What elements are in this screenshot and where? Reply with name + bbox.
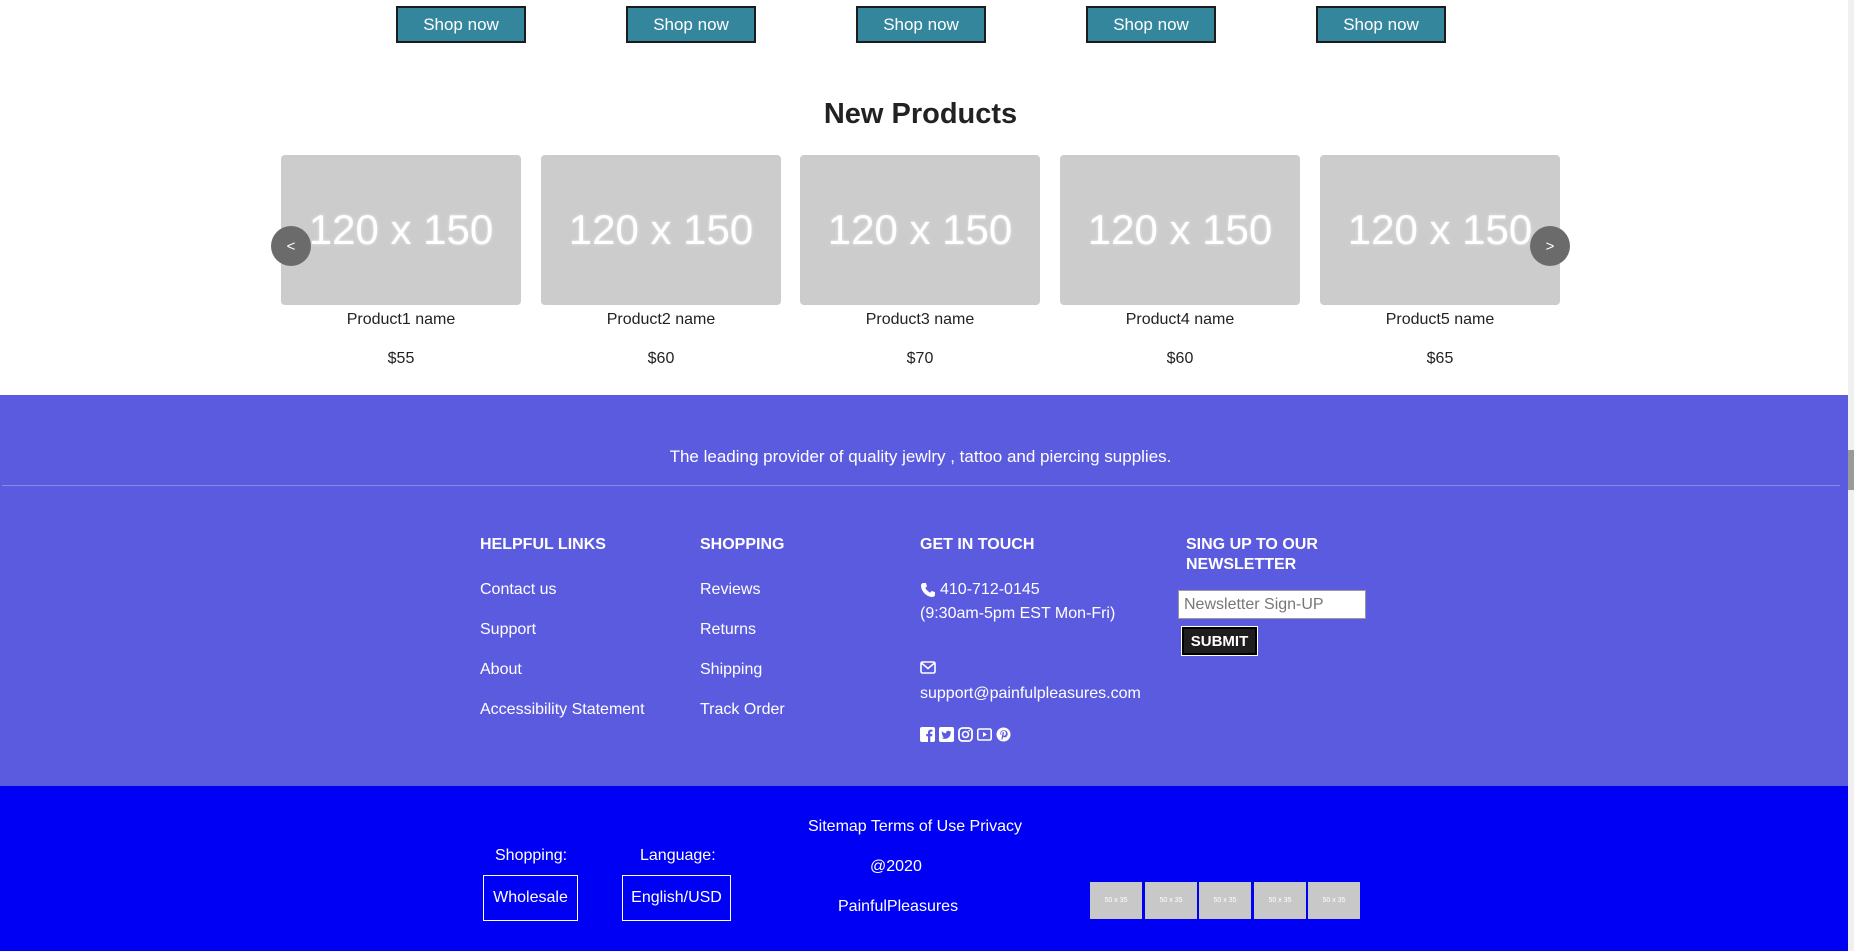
scrollbar-thumb[interactable]: [1848, 450, 1854, 490]
support-email[interactable]: support@painfulpleasures.com: [920, 682, 1141, 706]
footer-link-track-order[interactable]: Track Order: [700, 701, 785, 719]
shop-now-button[interactable]: Shop now: [1086, 6, 1216, 43]
shop-now-button[interactable]: Shop now: [626, 6, 756, 43]
product-card[interactable]: 120 x 150 Product4 name $60: [1060, 155, 1300, 369]
language-label: Language:: [640, 847, 716, 864]
carousel-next-button[interactable]: >: [1530, 226, 1570, 266]
shop-now-button[interactable]: Shop now: [396, 6, 526, 43]
shop-now-button[interactable]: Shop now: [856, 6, 986, 43]
product-card[interactable]: 120 x 150 Product3 name $70: [800, 155, 1040, 369]
new-products-title: New Products: [823, 98, 1018, 130]
envelope-icon: [920, 658, 936, 682]
footer-link-reviews[interactable]: Reviews: [700, 581, 760, 599]
product-name[interactable]: Product4 name: [1060, 309, 1300, 331]
product-price: $65: [1426, 350, 1454, 367]
product-name[interactable]: Product1 name: [281, 309, 521, 331]
payment-icon: 50 x 35: [1090, 882, 1142, 919]
product-image[interactable]: 120 x 150: [541, 155, 781, 305]
shopping-heading: SHOPPING: [700, 536, 785, 553]
product-image[interactable]: 120 x 150: [281, 155, 521, 305]
get-in-touch-heading: GET IN TOUCH: [920, 536, 1035, 553]
payment-icon: 50 x 35: [1308, 882, 1360, 919]
social-icons: [920, 727, 1011, 742]
support-hours: (9:30am-5pm EST Mon-Fri): [920, 605, 1116, 622]
company-name: PainfulPleasures: [838, 898, 959, 915]
carousel-prev-button[interactable]: <: [271, 226, 311, 266]
payment-icon: 50 x 35: [1199, 882, 1251, 919]
footer-link-returns[interactable]: Returns: [700, 621, 756, 639]
footer-divider: [2, 485, 1840, 486]
twitter-icon[interactable]: [939, 727, 954, 742]
youtube-icon[interactable]: [977, 727, 992, 742]
product-image[interactable]: 120 x 150: [800, 155, 1040, 305]
newsletter-heading-line2: NEWSLETTER: [1186, 556, 1297, 573]
facebook-icon[interactable]: [920, 727, 935, 742]
phone-line[interactable]: 410-712-0145: [920, 578, 1040, 602]
product-name[interactable]: Product3 name: [800, 309, 1040, 331]
product-image[interactable]: 120 x 150: [1060, 155, 1300, 305]
newsletter-input[interactable]: [1178, 590, 1366, 619]
copyright-year: @2020: [870, 858, 922, 875]
footer-link-shipping[interactable]: Shipping: [700, 661, 762, 679]
wholesale-button[interactable]: Wholesale: [483, 875, 578, 921]
product-price: $60: [1166, 350, 1194, 367]
footer: The leading provider of quality jewlry ,…: [0, 395, 1848, 786]
legal-links[interactable]: Sitemap Terms of Use Privacy: [808, 818, 1022, 836]
shopping-label: Shopping:: [495, 847, 568, 864]
newsletter-submit-button[interactable]: SUBMIT: [1181, 626, 1258, 656]
payment-icon: 50 x 35: [1254, 882, 1306, 919]
instagram-icon[interactable]: [958, 727, 973, 742]
helpful-links-heading: HELPFUL LINKS: [480, 536, 606, 553]
footer-link-about[interactable]: About: [480, 661, 522, 679]
payment-icon: 50 x 35: [1145, 882, 1197, 919]
phone-icon: [920, 582, 936, 598]
product-name[interactable]: Product5 name: [1320, 309, 1560, 331]
product-price: $60: [647, 350, 675, 367]
product-image[interactable]: 120 x 150: [1320, 155, 1560, 305]
newsletter-heading-line1: SING UP TO OUR: [1186, 536, 1318, 553]
product-card[interactable]: 120 x 150 Product1 name $55: [281, 155, 521, 369]
shop-now-button[interactable]: Shop now: [1316, 6, 1446, 43]
footer-link-support[interactable]: Support: [480, 621, 536, 639]
phone-number[interactable]: 410-712-0145: [940, 578, 1040, 602]
product-name[interactable]: Product2 name: [541, 309, 781, 331]
footer-tagline: The leading provider of quality jewlry ,…: [669, 447, 1172, 466]
product-card[interactable]: 120 x 150 Product5 name $65: [1320, 155, 1560, 369]
footer-link-accessibility[interactable]: Accessibility Statement: [480, 701, 645, 719]
product-price: $55: [387, 350, 415, 367]
page-scrollbar[interactable]: [1848, 0, 1854, 951]
bottom-bar: Sitemap Terms of Use Privacy Shopping: L…: [0, 786, 1848, 951]
pinterest-icon[interactable]: [996, 727, 1011, 742]
product-card[interactable]: 120 x 150 Product2 name $60: [541, 155, 781, 369]
product-price: $70: [906, 350, 934, 367]
footer-link-contact-us[interactable]: Contact us: [480, 581, 556, 599]
language-selector[interactable]: English/USD: [622, 875, 731, 921]
